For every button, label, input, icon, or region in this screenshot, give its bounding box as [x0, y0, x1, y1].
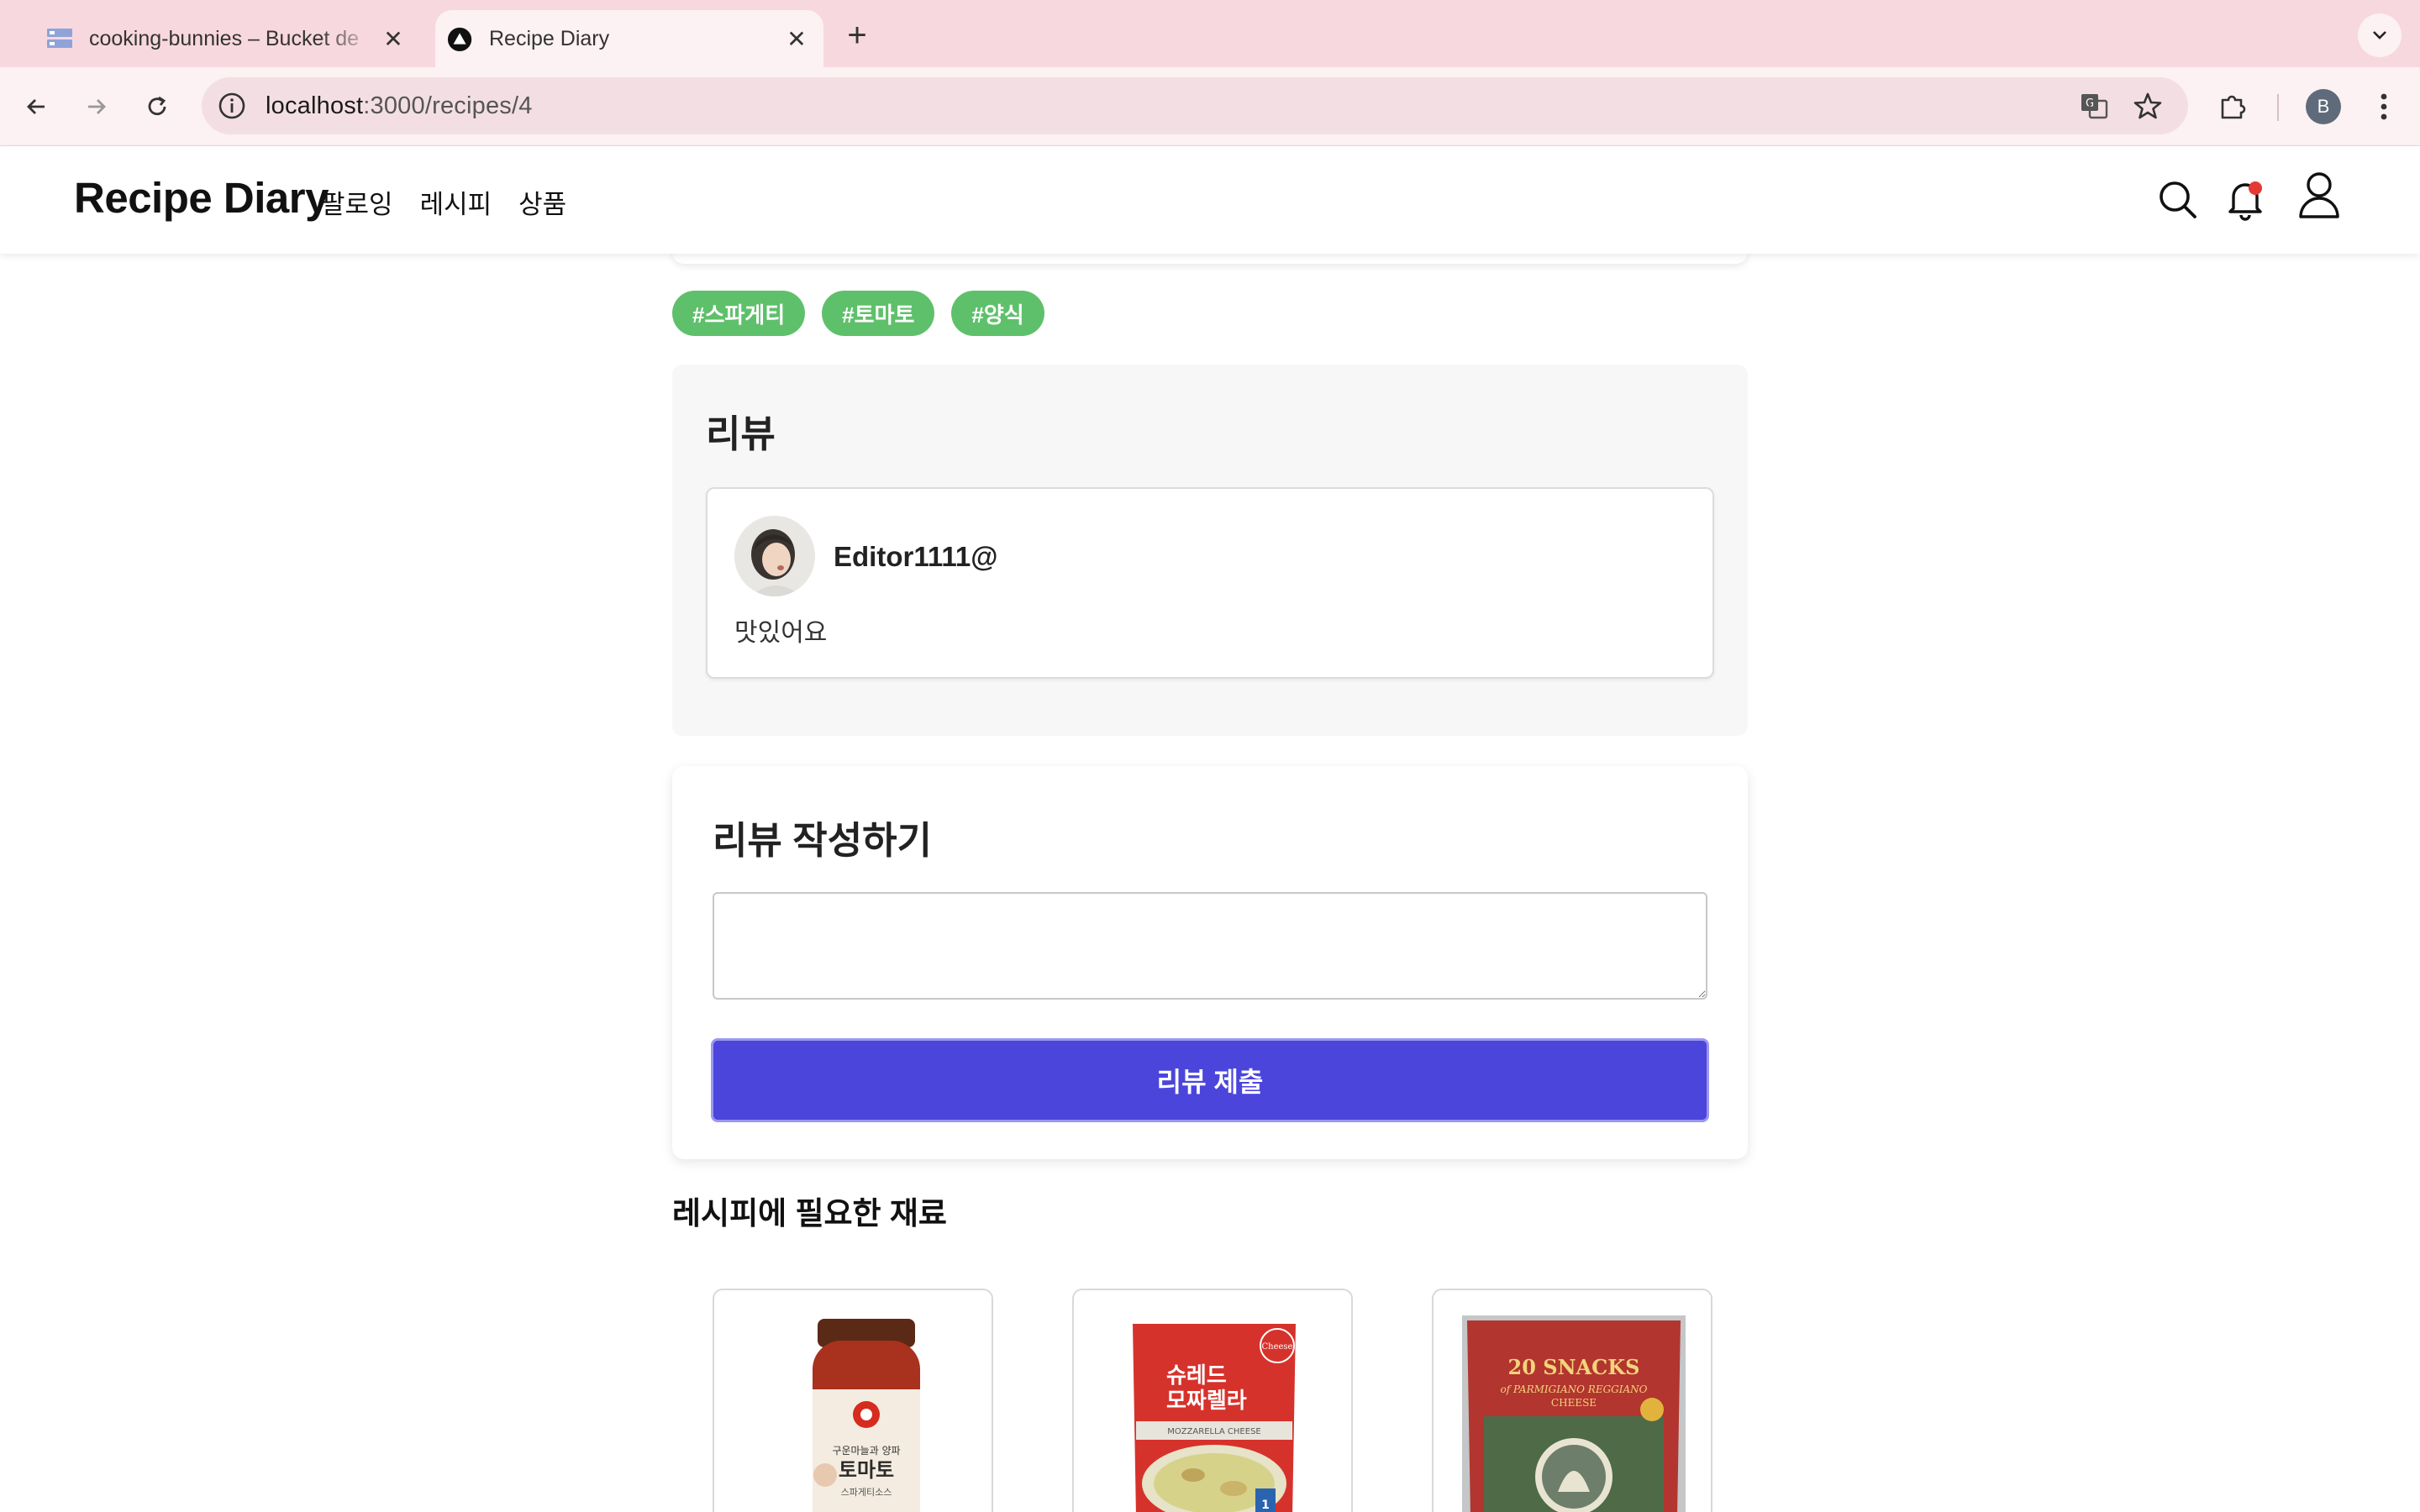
svg-text:모짜렐라: 모짜렐라 [1166, 1389, 1247, 1414]
search-icon[interactable] [2153, 171, 2203, 225]
address-bar[interactable]: localhost:3000/recipes/4 G [202, 77, 2188, 134]
review-text: 맛있어요 [734, 619, 828, 647]
product-card-tomato-sauce[interactable]: 구운마늘과 양파 토마토 스파게티소스 [713, 1289, 993, 1512]
submit-review-button[interactable]: 리뷰 제출 [711, 1038, 1709, 1122]
arrow-right-icon [88, 99, 106, 114]
svg-text:스파게티소스: 스파게티소스 [841, 1487, 892, 1498]
tomato-sauce-jar-image: 구운마늘과 양파 토마토 스파게티소스 [813, 1319, 920, 1512]
forward-button[interactable] [76, 86, 118, 128]
profile-avatar[interactable]: B [2306, 89, 2341, 124]
nav-item-following[interactable]: 팔로잉 [321, 183, 393, 221]
storage-bucket-icon [47, 29, 72, 48]
back-button[interactable] [15, 86, 57, 128]
url-path: :3000/recipes/4 [363, 92, 533, 119]
nav-item-recipes[interactable]: 레시피 [420, 183, 492, 221]
parmigiano-snack-bag-image: 20 SNACKS of PARMIGIANO REGGIANO CHEESE [1462, 1315, 1686, 1512]
nav-item-products[interactable]: 상품 [518, 183, 566, 221]
tag-chip[interactable]: #양식 [951, 291, 1044, 336]
svg-text:슈레드: 슈레드 [1166, 1363, 1227, 1389]
translate-icon[interactable]: G [2079, 91, 2109, 121]
browser-menu-button[interactable] [2363, 86, 2405, 128]
review-section: 리뷰 Editor1111@ 맛있어요 [672, 365, 1748, 736]
svg-text:of PARMIGIANO REGGIANO: of PARMIGIANO REGGIANO [1500, 1383, 1647, 1395]
svg-text:구운마늘과 양파: 구운마늘과 양파 [832, 1445, 900, 1457]
url-host: localhost [266, 92, 364, 119]
arrow-left-icon [27, 99, 45, 114]
reload-button[interactable] [136, 86, 178, 128]
reviewer-photo-icon [734, 516, 815, 596]
reviewer-name[interactable]: Editor1111@ [834, 541, 997, 573]
brand-logo[interactable]: Recipe Diary [74, 173, 329, 223]
triangle-logo-icon [447, 27, 472, 52]
bell-notification-icon[interactable] [2220, 171, 2270, 225]
chevron-down-icon [2373, 31, 2386, 39]
svg-text:1: 1 [1261, 1499, 1270, 1512]
tab-search-menu-button[interactable] [2358, 13, 2402, 57]
svg-text:Cheese: Cheese [1262, 1342, 1293, 1352]
product-label: 20 SNACKS [1508, 1355, 1640, 1379]
svg-text:MOZZARELLA CHEESE: MOZZARELLA CHEESE [1167, 1427, 1261, 1436]
browser-tab-active[interactable]: Recipe Diary ✕ [435, 10, 823, 67]
tag-chip[interactable]: #스파게티 [672, 291, 806, 336]
reload-icon [148, 96, 166, 116]
review-textarea[interactable] [713, 892, 1707, 1000]
browser-toolbar: localhost:3000/recipes/4 G B [0, 67, 2420, 146]
review-section-title: 리뷰 [706, 412, 776, 455]
tab-title: Recipe Diary [489, 26, 610, 50]
close-tab-icon[interactable]: ✕ [376, 22, 410, 55]
puzzle-icon [2221, 95, 2246, 119]
browser-tab-inactive[interactable]: cooking-bunnies – Bucket de ✕ [34, 10, 420, 67]
tag-chip[interactable]: #토마토 [822, 291, 935, 336]
product-card-parmigiano[interactable]: 20 SNACKS of PARMIGIANO REGGIANO CHEESE [1432, 1289, 1712, 1512]
mozzarella-bag-image: Cheese 슈레드 모짜렐라 MOZZARELLA CHEESE 1 [1133, 1324, 1296, 1512]
user-profile-icon[interactable] [2294, 168, 2344, 222]
write-review-card: 리뷰 작성하기 리뷰 제출 [672, 766, 1748, 1159]
browser-tab-bar: cooking-bunnies – Bucket de ✕ Recipe Dia… [0, 0, 2420, 67]
site-info-icon[interactable] [217, 91, 247, 121]
notification-dot [2249, 181, 2262, 195]
bookmark-star-icon[interactable] [2133, 91, 2163, 121]
svg-text:CHEESE: CHEESE [1551, 1397, 1597, 1409]
toolbar-separator [2277, 94, 2279, 121]
tab-title: cooking-bunnies – Bucket de [89, 26, 360, 50]
product-card-mozzarella[interactable]: Cheese 슈레드 모짜렐라 MOZZARELLA CHEESE 1 [1072, 1289, 1353, 1512]
write-review-title: 리뷰 작성하기 [713, 819, 932, 862]
url-text: localhost:3000/recipes/4 [266, 92, 533, 120]
reviewer-avatar[interactable] [734, 516, 815, 596]
recipe-tags: #스파게티 #토마토 #양식 [672, 291, 1044, 336]
review-card: Editor1111@ 맛있어요 [706, 487, 1714, 679]
main-nav: 팔로잉 레시피 상품 [321, 183, 566, 221]
site-header: Recipe Diary 팔로잉 레시피 상품 [0, 146, 2420, 254]
new-tab-icon[interactable]: + [839, 17, 876, 54]
extensions-button[interactable] [2212, 86, 2254, 128]
product-label: 토마토 [839, 1458, 894, 1482]
kebab-menu-icon [2381, 93, 2387, 120]
close-tab-icon[interactable]: ✕ [780, 22, 813, 55]
ingredients-title: 레시피에 필요한 재료 [672, 1196, 947, 1231]
